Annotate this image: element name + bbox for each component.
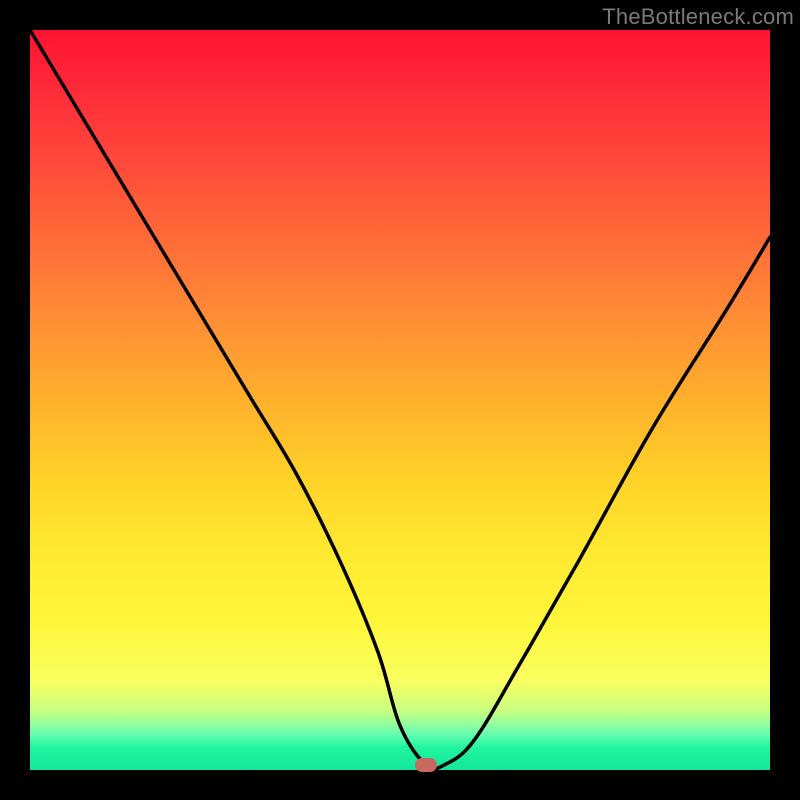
bottleneck-curve: [30, 30, 770, 769]
watermark-text: TheBottleneck.com: [602, 4, 794, 30]
curve-layer: [30, 30, 770, 770]
plot-area: [30, 30, 770, 770]
chart-frame: TheBottleneck.com: [0, 0, 800, 800]
